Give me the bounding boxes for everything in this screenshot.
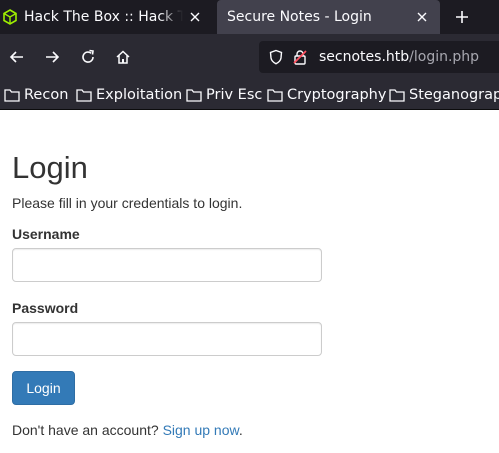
tab-secure-notes-login[interactable]: Secure Notes - Login [217,0,440,34]
bookmarks-toolbar: Recon Exploitation Priv Esc Cryptography… [0,80,499,110]
insecure-lock-icon[interactable] [291,48,309,66]
page-subtitle: Please fill in your credentials to login… [12,195,243,211]
bookmark-folder-steganography[interactable]: Steganography [389,84,499,106]
folder-icon [76,88,92,102]
address-bar[interactable]: secnotes.htb/login.php [259,41,499,73]
htb-cube-icon [2,9,18,25]
bookmark-folder-priv-esc[interactable]: Priv Esc [186,84,262,106]
tab-title: Secure Notes - Login [227,9,372,25]
url-host: secnotes.htb [319,49,410,65]
navigation-toolbar: secnotes.htb/login.php [0,34,499,80]
bookmark-label: Priv Esc [206,87,263,103]
username-field[interactable] [12,248,322,282]
login-button[interactable]: Login [12,371,75,405]
signup-prompt-line: Don't have an account? Sign up now. [12,421,243,439]
username-label: Username [12,226,80,242]
close-tab-icon[interactable] [410,5,434,29]
url-path: /login.php [409,49,480,65]
page-title: Login [12,150,88,185]
plus-icon [456,11,468,23]
bookmark-label: Exploitation [96,87,183,103]
folder-icon [389,88,405,102]
folder-icon [4,88,20,102]
close-tab-icon[interactable] [183,5,207,29]
password-label: Password [12,300,79,316]
reload-icon [82,49,94,63]
signup-prompt: Don't have an account? [12,422,159,438]
reload-button[interactable] [74,43,102,71]
bookmark-folder-recon[interactable]: Recon [4,84,68,106]
folder-icon [267,88,283,102]
bookmark-folder-exploitation[interactable]: Exploitation [76,84,182,106]
folder-icon [186,88,202,102]
bookmark-label: Recon [24,87,69,103]
new-tab-button[interactable] [448,2,476,32]
shield-icon[interactable] [267,48,285,66]
bookmark-label: Cryptography [287,87,387,103]
forward-arrow-icon [46,51,60,63]
bookmark-label: Steganography [409,87,499,103]
bookmark-folder-cryptography[interactable]: Cryptography [267,84,386,106]
back-arrow-icon [9,51,23,63]
tab-title: Hack The Box :: Hack The Box [24,9,183,25]
tab-strip: Hack The Box :: Hack The Box Secure Note… [0,0,499,34]
url-text: secnotes.htb/login.php [319,49,479,65]
forward-button[interactable] [38,43,66,71]
back-button[interactable] [3,43,31,71]
signup-link[interactable]: Sign up now [163,422,239,438]
home-icon [116,50,130,64]
tab-hack-the-box[interactable]: Hack The Box :: Hack The Box [0,0,213,34]
home-button[interactable] [109,43,137,71]
password-field[interactable] [12,322,322,356]
signup-suffix: . [238,422,243,438]
